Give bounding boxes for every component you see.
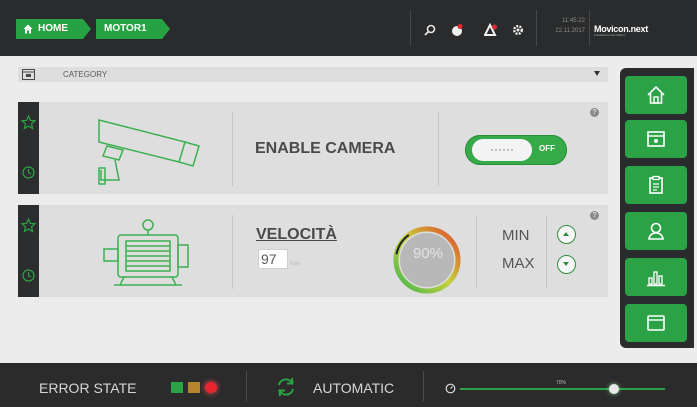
chevron-up-icon [563, 232, 569, 236]
clipboard-icon [649, 175, 663, 194]
nav-panel-button[interactable] [625, 120, 687, 158]
card-side-bar [18, 205, 39, 297]
motor-card: VELOCITÀ 97 Rpm 90% MIN MAX ? [18, 205, 608, 297]
divider [536, 10, 537, 46]
divider [423, 371, 424, 401]
category-dropdown[interactable]: CATEGORY [18, 67, 608, 82]
chevron-down-icon [594, 71, 600, 76]
user-icon [648, 222, 664, 240]
brand-logo: Movicon.next Industrial Automation Platf… [594, 24, 692, 37]
divider [546, 215, 547, 289]
speed-value-field[interactable]: 97 [258, 249, 288, 269]
breadcrumb-home-label: HOME [38, 23, 68, 34]
toggle-knob[interactable] [472, 139, 532, 161]
divider [232, 215, 233, 289]
nav-clipboard-button[interactable] [625, 166, 687, 204]
home-icon [23, 24, 33, 34]
clock-time: 11:45:22 [562, 18, 585, 24]
status-led-red [205, 382, 217, 393]
divider [476, 215, 477, 289]
nav-user-button[interactable] [625, 212, 687, 250]
star-icon[interactable] [21, 115, 36, 130]
camera-toggle[interactable]: OFF [465, 135, 567, 165]
increase-button[interactable] [557, 225, 576, 244]
decrease-button[interactable] [557, 255, 576, 274]
clock: 11:45:22 22.11.2017 [545, 16, 585, 36]
nav-home-button[interactable] [625, 76, 687, 114]
divider [589, 10, 590, 46]
error-state-label: ERROR STATE [39, 380, 137, 396]
panel-icon [22, 69, 35, 80]
status-led-amber [188, 382, 200, 393]
divider [410, 10, 411, 46]
speed-slider-track[interactable] [460, 388, 665, 390]
search-icon[interactable] [423, 23, 437, 37]
card-side-bar [18, 102, 39, 194]
toggle-state: OFF [539, 144, 555, 153]
gauge-value: 90% [412, 245, 444, 262]
alarm-icon[interactable] [450, 23, 464, 37]
category-label: CATEGORY [63, 70, 108, 79]
panel-icon [647, 131, 665, 147]
window-icon [647, 315, 665, 331]
slider-value: 70% [556, 380, 567, 386]
mode-label: AUTOMATIC [313, 380, 395, 396]
divider [246, 371, 247, 401]
grip-icon [490, 148, 514, 152]
help-icon[interactable]: ? [590, 211, 599, 220]
history-icon[interactable] [21, 268, 36, 283]
camera-icon [98, 119, 200, 185]
divider [232, 112, 233, 186]
max-label: MAX [502, 255, 535, 272]
nav-chart-button[interactable] [625, 258, 687, 296]
top-bar: HOME MOTOR1 11:45:22 22.11.2017 Movicon.… [0, 0, 697, 56]
timer-icon [445, 383, 456, 394]
clock-date: 22.11.2017 [555, 28, 585, 34]
refresh-icon[interactable] [275, 376, 297, 398]
status-led-green [171, 382, 183, 393]
speed-unit: Rpm [290, 261, 301, 267]
breadcrumb-motor1-label: MOTOR1 [104, 23, 147, 34]
gear-icon[interactable] [511, 23, 525, 37]
help-icon[interactable]: ? [590, 108, 599, 117]
chevron-down-icon [563, 262, 569, 266]
speed-slider-knob[interactable] [608, 384, 619, 394]
camera-card: ENABLE CAMERA OFF ? [18, 102, 608, 194]
enable-camera-title: ENABLE CAMERA [255, 140, 396, 157]
min-label: MIN [502, 227, 530, 244]
right-nav [620, 68, 694, 348]
breadcrumb-motor1[interactable]: MOTOR1 [96, 19, 170, 39]
nav-window-button[interactable] [625, 304, 687, 342]
breadcrumb-home[interactable]: HOME [16, 19, 91, 39]
home-icon [647, 85, 665, 104]
speed-title: VELOCITÀ [256, 226, 337, 243]
warning-icon[interactable] [484, 23, 498, 37]
motor-icon [103, 219, 189, 286]
status-bar: ERROR STATE AUTOMATIC 70% [0, 363, 697, 407]
divider [438, 112, 439, 186]
chart-icon [647, 271, 665, 287]
history-icon[interactable] [21, 165, 36, 180]
star-icon[interactable] [21, 218, 36, 233]
